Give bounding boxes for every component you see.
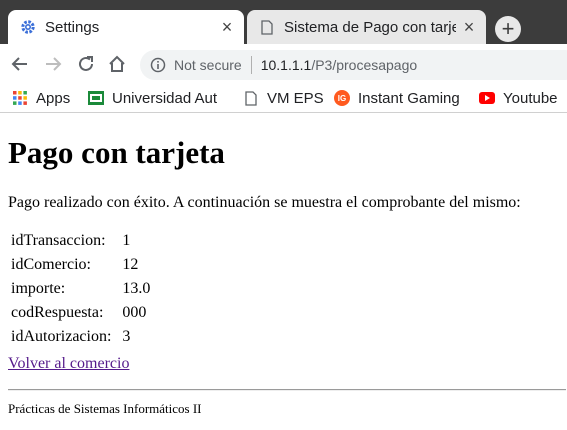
table-row: codRespuesta: 000 [10, 302, 151, 324]
youtube-icon [479, 90, 495, 106]
bookmark-universidad[interactable]: Universidad Aut [88, 88, 217, 108]
tab-strip: Settings × Sistema de Pago con tarjeta ×… [0, 0, 567, 44]
arrow-left-icon [11, 57, 27, 71]
plus-icon: + [501, 16, 515, 41]
forward-button[interactable] [41, 52, 65, 76]
bookmark-label: Youtube [503, 89, 558, 107]
security-label[interactable]: Not secure [174, 57, 242, 73]
receipt-value: 13.0 [122, 280, 151, 297]
home-button[interactable] [105, 52, 129, 76]
tab-title: Sistema de Pago con tarjeta [284, 18, 456, 36]
success-message: Pago realizado con éxito. A continuación… [8, 194, 521, 211]
browser-toolbar: Not secure 10.1.1.1/P3/procesapago [0, 44, 567, 84]
bookmark-instant-gaming[interactable]: IG Instant Gaming [334, 88, 460, 108]
tab-sistema-de-pago[interactable]: Sistema de Pago con tarjeta × [247, 10, 486, 44]
url-path[interactable]: /P3/procesapago [311, 57, 417, 73]
divider [8, 389, 566, 391]
gear-icon [19, 18, 37, 36]
close-icon[interactable]: × [460, 17, 478, 37]
table-row: idTransaccion: 1 [10, 230, 151, 252]
receipt-value: 000 [122, 304, 147, 321]
svg-text:IG: IG [338, 94, 346, 103]
document-icon [258, 18, 276, 36]
tab-title: Settings [45, 18, 100, 36]
back-button[interactable] [8, 52, 32, 76]
address-divider [250, 56, 252, 74]
bookmark-label: Universidad Aut [112, 89, 218, 107]
bookmark-label: Apps [36, 89, 71, 107]
info-icon[interactable] [150, 57, 166, 73]
new-tab-button[interactable]: + [495, 16, 521, 42]
reload-button[interactable] [74, 52, 98, 76]
reload-icon [79, 56, 93, 71]
ua-logo-icon [88, 90, 104, 106]
address-bar[interactable]: Not secure 10.1.1.1/P3/procesapago [140, 50, 567, 80]
apps-grid-icon [12, 90, 28, 106]
arrow-right-icon [46, 57, 62, 71]
receipt-value: 1 [122, 232, 131, 249]
table-row: importe: 13.0 [10, 278, 151, 300]
close-icon[interactable]: × [218, 17, 236, 37]
back-to-shop-link[interactable]: Volver al comercio [8, 355, 129, 373]
receipt-key: idComercio: [11, 256, 91, 273]
receipt-key: idAutorizacion: [11, 328, 112, 345]
receipt-key: idTransaccion: [11, 232, 106, 249]
bookmark-label: Instant Gaming [358, 89, 460, 107]
url-host[interactable]: 10.1.1.1 [261, 57, 312, 73]
receipt-key: importe: [11, 280, 66, 297]
footer-text: Prácticas de Sistemas Informáticos II [8, 401, 202, 416]
document-icon [243, 90, 259, 106]
tab-settings[interactable]: Settings × [8, 10, 244, 44]
home-icon [109, 55, 125, 72]
table-row: idAutorizacion: 3 [10, 326, 151, 348]
receipt-value: 3 [122, 328, 131, 345]
bookmark-vm-eps[interactable]: VM EPS [243, 88, 324, 108]
page-title: Pago con tarjeta [8, 135, 225, 170]
bookmark-apps[interactable]: Apps [12, 88, 70, 108]
receipt-table: idTransaccion: 1 idComercio: 12 importe: 13… [8, 228, 153, 350]
bookmark-youtube[interactable]: Youtube [479, 88, 558, 108]
instant-gaming-icon: IG [334, 90, 350, 106]
receipt-key: codRespuesta: [11, 304, 104, 321]
bookmarks-bar: Apps Universidad Aut VM EPS IG Instant G… [0, 84, 567, 113]
table-row: idComercio: 12 [10, 254, 151, 276]
receipt-value: 12 [122, 256, 139, 273]
bookmark-label: VM EPS [267, 89, 324, 107]
